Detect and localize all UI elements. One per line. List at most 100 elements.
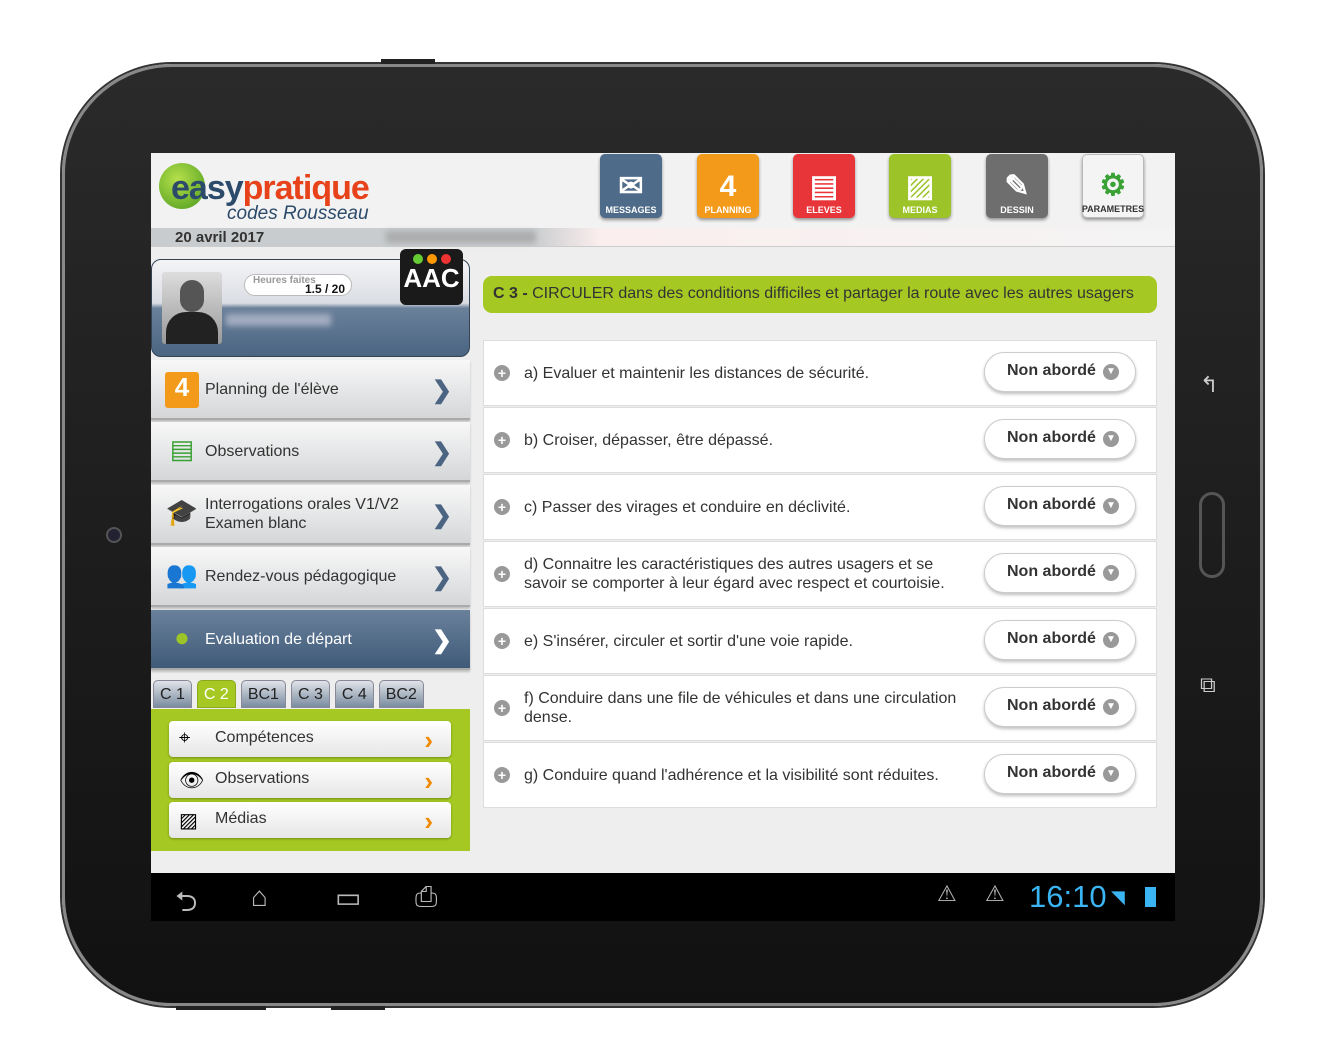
parametres-button[interactable]: ⚙ PARAMETRES [1082, 154, 1144, 218]
competence-text: g) Conduire quand l'adhérence et la visi… [524, 766, 939, 784]
chevron-right-icon: ❯ [431, 564, 452, 591]
tab-c1[interactable]: C 1 [153, 680, 192, 708]
competence-row: + g) Conduire quand l'adhérence et la vis… [483, 742, 1157, 808]
expand-plus-icon[interactable]: + [494, 633, 510, 649]
home-button [1199, 492, 1225, 578]
submenu-observations[interactable]: 👁 Observations › [169, 762, 451, 798]
eye-icon: 👁 [179, 770, 205, 792]
tab-bc1[interactable]: BC1 [240, 680, 286, 708]
clock: 16:10 [1029, 879, 1107, 914]
gear-icon: ⚙ [1099, 169, 1127, 202]
image-icon: ▨ [905, 170, 935, 203]
recent-apps-icon[interactable]: ▭ [335, 881, 361, 914]
logo-text: easy [171, 169, 244, 207]
status-value: Non abordé [1007, 429, 1096, 446]
tab-c4[interactable]: C 4 [334, 680, 374, 708]
wifi-icon: ◥ [1111, 887, 1125, 907]
chevron-down-icon: ▼ [1103, 431, 1119, 447]
hours-badge: Heures faites 1.5 / 20 [244, 274, 352, 296]
chevron-right-icon: ❯ [431, 377, 452, 404]
competence-row: + a) Evaluer et maintenir les distances d… [483, 340, 1157, 406]
chevron-down-icon: ▼ [1103, 565, 1119, 581]
status-value: Non abordé [1007, 630, 1096, 647]
status-dropdown[interactable]: Non abordé ▼ [984, 419, 1136, 459]
screen: easypratique codes Rousseau ✉ MESSAGES 4P… [151, 153, 1175, 921]
submenu-medias[interactable]: ▨ Médias › [169, 802, 451, 838]
status-value: Non abordé [1007, 362, 1096, 379]
expand-plus-icon[interactable]: + [494, 566, 510, 582]
logo-subtitle: codes Rousseau [227, 203, 369, 224]
competence-text: f) Conduire dans une file de véhicules e… [524, 690, 957, 726]
menu-observations[interactable]: ▤ Observations ❯ [151, 422, 470, 482]
screenshot-icon[interactable]: ⎙ [415, 881, 437, 914]
home-icon[interactable]: ⌂ [251, 881, 268, 913]
competence-row: + c) Passer des virages et conduire en dé… [483, 474, 1157, 540]
status-dropdown[interactable]: Non abordé ▼ [984, 687, 1136, 727]
expand-plus-icon[interactable]: + [494, 767, 510, 783]
back-icon[interactable]: ⮌ [175, 881, 197, 921]
expand-plus-icon[interactable]: + [494, 499, 510, 515]
volume-button [331, 1006, 385, 1010]
section-title: C 3 - CIRCULER dans des conditions diffi… [483, 276, 1157, 313]
status-dropdown[interactable]: Non abordé ▼ [984, 486, 1136, 526]
pencil-icon: ✎ [1004, 170, 1030, 203]
chevron-down-icon: ▼ [1103, 364, 1119, 380]
chevron-down-icon: ▼ [1103, 699, 1119, 715]
user-eval-icon: ● [174, 622, 190, 652]
back-icon: ↰ [1200, 372, 1219, 397]
eleves-button[interactable]: ▤ ELEVES [793, 154, 855, 218]
status-value: Non abordé [1007, 764, 1096, 781]
menu-rendez-vous[interactable]: 👥 Rendez-vous pédagogique ❯ [151, 547, 470, 607]
camera [106, 527, 122, 543]
medias-button[interactable]: ▨ MEDIAS [889, 154, 951, 218]
envelope-icon: ✉ [618, 170, 644, 203]
chevron-down-icon: ▼ [1103, 766, 1119, 782]
date: 20 avril 2017 [175, 229, 265, 246]
people-icon: 👥 [165, 559, 199, 589]
status-value: Non abordé [1007, 697, 1096, 714]
status-dropdown[interactable]: Non abordé ▼ [984, 754, 1136, 794]
dessin-button[interactable]: ✎ DESSIN [986, 154, 1048, 218]
submenu-competences[interactable]: ⌖ Compétences › [169, 721, 451, 757]
crosshair-icon: ⌖ [179, 727, 191, 749]
calendar-icon: 4 [165, 372, 199, 408]
expand-plus-icon[interactable]: + [494, 700, 510, 716]
battery-icon [1145, 887, 1156, 907]
messages-button[interactable]: ✉ MESSAGES [600, 154, 662, 218]
expand-plus-icon[interactable]: + [494, 365, 510, 381]
warning-icon: ⚠ [937, 881, 957, 906]
competence-row: + d) Connaitre les caractéristiques des a… [483, 541, 1157, 607]
competence-text: d) Connaitre les caractéristiques des au… [524, 556, 945, 592]
competence-text: a) Evaluer et maintenir les distances de… [524, 364, 870, 382]
status-dropdown[interactable]: Non abordé ▼ [984, 553, 1136, 593]
menu-planning[interactable]: 4 Planning de l'élève ❯ [151, 360, 470, 420]
status-value: Non abordé [1007, 563, 1096, 580]
image-icon: ▨ [179, 810, 198, 832]
tab-bc2[interactable]: BC2 [378, 680, 424, 708]
chevron-right-icon: › [424, 806, 433, 836]
competence-tabs: C 1 C 2 BC1 C 3 C 4 BC2 [153, 680, 424, 708]
copy-icon: ⧉ [1200, 672, 1216, 697]
graduation-icon: 🎓 [165, 497, 199, 527]
competence-text: c) Passer des virages et conduire en déc… [524, 498, 851, 516]
expand-plus-icon[interactable]: + [494, 432, 510, 448]
students-icon: ▤ [809, 170, 839, 203]
status-value: Non abordé [1007, 496, 1096, 513]
chevron-down-icon: ▼ [1103, 498, 1119, 514]
android-navbar: ⮌ ⌂ ▭ ⎙ ⚠ ⚠ 16:10 ◥ [151, 873, 1175, 921]
power-button [381, 59, 435, 64]
logo-text: pratique [242, 169, 370, 207]
tab-c3[interactable]: C 3 [290, 680, 330, 708]
menu-interrogations[interactable]: 🎓 Interrogations orales V1/V2 Examen blanc… [151, 485, 470, 545]
date-bar: 20 avril 2017 [151, 228, 1175, 247]
calendar-icon: 4 [719, 170, 737, 203]
status-dropdown[interactable]: Non abordé ▼ [984, 620, 1136, 660]
warning-icon: ⚠ [985, 881, 1005, 906]
competence-text: e) S'insérer, circuler et sortir d'une v… [524, 632, 853, 650]
menu-evaluation-depart[interactable]: ● Evaluation de départ ❯ [151, 610, 470, 670]
planning-button[interactable]: 4 PLANNING [697, 154, 759, 218]
chevron-right-icon: › [424, 725, 433, 755]
status-dropdown[interactable]: Non abordé ▼ [984, 352, 1136, 392]
tab-c2[interactable]: C 2 [196, 680, 236, 708]
competence-row: + f) Conduire dans une file de véhicules … [483, 675, 1157, 741]
